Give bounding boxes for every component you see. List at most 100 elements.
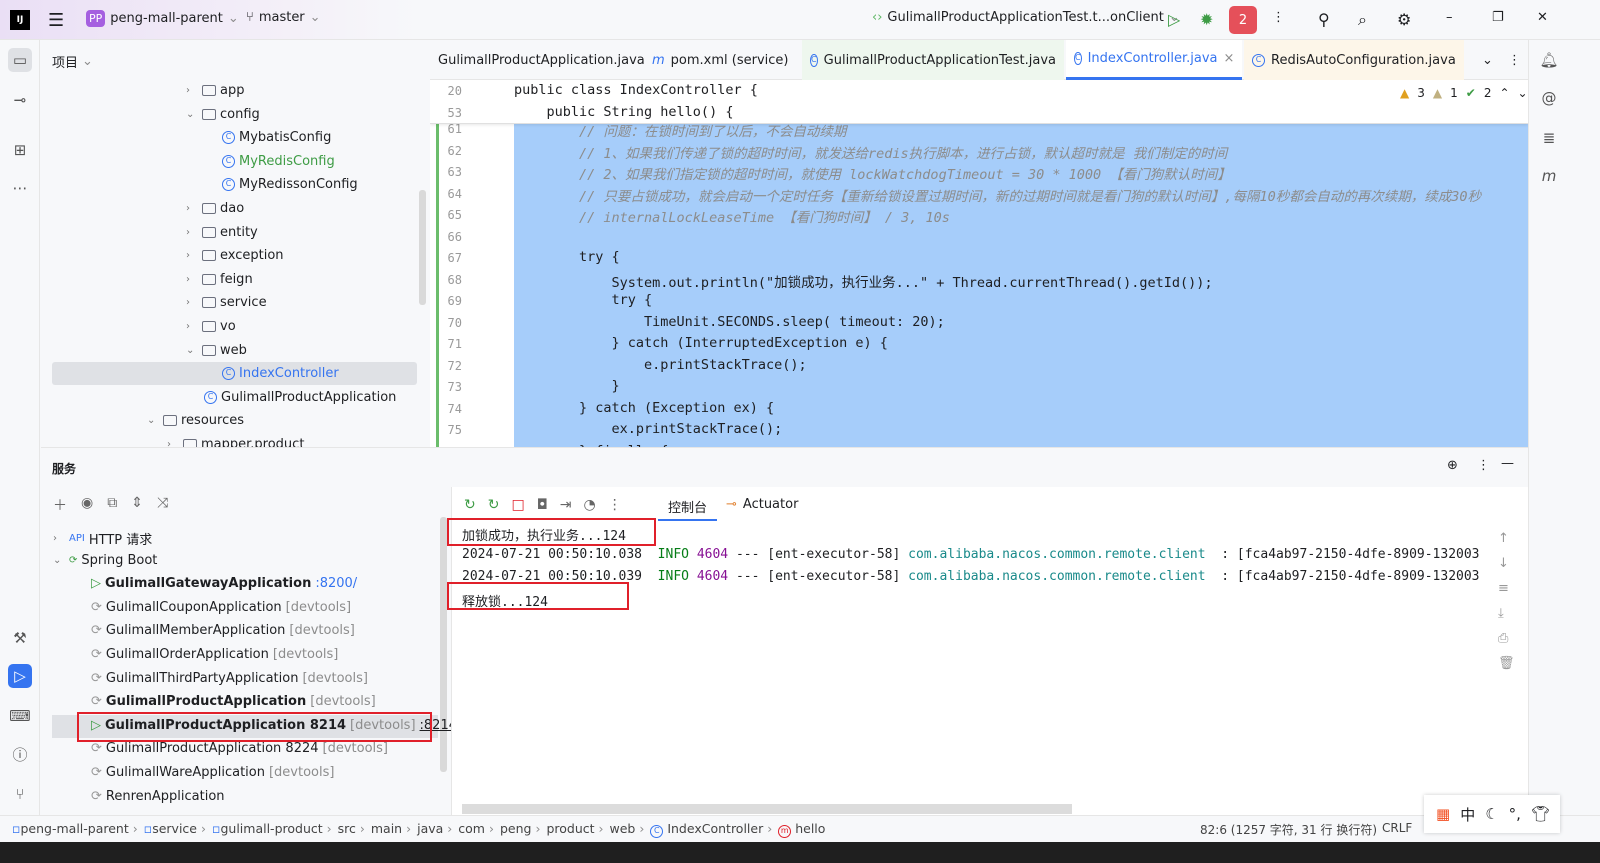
maven-icon[interactable]: m xyxy=(1537,164,1561,188)
chevron-right-icon[interactable]: › xyxy=(186,250,198,261)
restore-button[interactable]: ❐ xyxy=(1492,10,1504,25)
breadcrumb-item[interactable]: java › xyxy=(417,821,452,838)
code-line[interactable]: System.out.println("加锁成功，执行业务..." + Thre… xyxy=(514,271,1213,291)
breadcrumb-item[interactable]: m hello xyxy=(778,821,825,838)
chevron-down-icon[interactable]: ⌄ xyxy=(186,345,198,356)
stop-icon[interactable]: □ xyxy=(511,497,524,513)
service-item[interactable]: ⟳ GulimallThirdPartyApplication [devtools] xyxy=(91,671,368,686)
service-item[interactable]: ⌄ ⟳ Spring Boot xyxy=(53,553,157,568)
tab-index-controller[interactable]: C IndexController.java × xyxy=(1066,40,1242,80)
code-line[interactable]: // 2、如果我们指定锁的超时时间，就使用 lockWatchdogTimeou… xyxy=(514,163,1231,183)
ime-toolbar[interactable]: ▦ 中 ☾ °, 👕︎ xyxy=(1424,795,1560,833)
rerun-icon[interactable]: ↻ xyxy=(464,497,476,513)
tree-item[interactable]: › service xyxy=(186,295,267,310)
breadcrumb-item[interactable]: main › xyxy=(371,821,411,838)
chevron-down-icon[interactable]: ⌄ xyxy=(53,555,65,566)
terminal-icon[interactable]: ⌨ xyxy=(8,704,32,728)
close-window-button[interactable]: ✕ xyxy=(1537,10,1548,25)
tree-item[interactable]: › dao xyxy=(186,201,244,216)
tree-item[interactable]: › entity xyxy=(186,225,258,240)
tree-item[interactable]: C MyRedissonConfig xyxy=(222,177,358,192)
chevron-down-icon[interactable]: ⌄ xyxy=(186,109,198,120)
log-logger[interactable]: com.alibaba.nacos.common.remote.client xyxy=(908,547,1205,562)
line-separator[interactable]: CRLF xyxy=(1382,821,1412,835)
code-line[interactable]: TimeUnit.SECONDS.sleep( timeout: 20); xyxy=(514,314,945,330)
sticky-line[interactable]: public class IndexController { xyxy=(514,82,758,98)
tab-test-class[interactable]: C GulimallProductApplicationTest.java xyxy=(802,40,1064,80)
scroll-up-icon[interactable]: ↑ xyxy=(1498,531,1515,546)
log-logger[interactable]: com.alibaba.nacos.common.remote.client xyxy=(908,569,1205,584)
branch-switcher[interactable]: ⑂ master ⌄ xyxy=(246,10,321,25)
services-icon[interactable]: ▷ xyxy=(8,664,32,688)
service-item[interactable]: ⟳ GulimallProductApplication [devtools] xyxy=(91,694,376,709)
horizontal-scrollbar[interactable] xyxy=(462,804,1072,814)
breadcrumb-item[interactable]: web › xyxy=(610,821,645,838)
close-tab-icon[interactable]: × xyxy=(1224,51,1235,66)
moon-icon[interactable]: ☾ xyxy=(1485,805,1498,823)
tab-console[interactable]: 控制台 xyxy=(658,487,718,521)
chevron-right-icon[interactable]: › xyxy=(186,203,198,214)
breadcrumb-item[interactable]: peng › xyxy=(500,821,540,838)
code-line[interactable]: } xyxy=(514,378,620,394)
code-line[interactable]: ex.printStackTrace(); xyxy=(514,421,783,437)
code-line[interactable]: // 只要占锁成功，就会启动一个定时任务【重新给锁设置过期时间，新的过期时间就是… xyxy=(514,185,1481,205)
expand-all-icon[interactable]: ⇕ xyxy=(131,495,143,515)
scroll-down-icon[interactable]: ↓ xyxy=(1498,556,1515,571)
git-icon[interactable]: ⑂ xyxy=(8,782,32,806)
scrollbar[interactable] xyxy=(440,517,447,772)
soft-wrap-icon[interactable]: ≡ xyxy=(1498,581,1515,596)
tree-item[interactable]: C GulimallProductApplication xyxy=(204,390,396,405)
dashboard-icon[interactable]: ◔ xyxy=(584,497,596,513)
tree-item[interactable]: C MybatisConfig xyxy=(222,130,331,145)
breadcrumb-item[interactable]: ▫gulimall-product › xyxy=(212,821,332,838)
tree-item[interactable]: C MyRedisConfig xyxy=(222,154,335,169)
code-line[interactable]: try { xyxy=(514,292,653,308)
target-icon[interactable]: ⊕ xyxy=(1447,458,1458,473)
tree-item[interactable]: ⌄ resources xyxy=(147,413,244,428)
cursor-position[interactable]: 82:6 (1257 字符, 31 行 换行符) xyxy=(1200,821,1377,838)
settings-gear-icon[interactable]: ⚙ xyxy=(1397,10,1411,29)
more-icon[interactable]: ⋮ xyxy=(608,497,622,513)
clear-icon[interactable]: 🗑︎ xyxy=(1498,656,1515,671)
tree-item[interactable]: ⌄ config xyxy=(186,107,260,122)
tree-item[interactable]: › app xyxy=(186,83,244,98)
commit-icon[interactable]: ⊸ xyxy=(8,88,32,112)
ime-language[interactable]: 中 xyxy=(1460,804,1475,825)
tree-item[interactable]: ⌄ web xyxy=(186,343,247,358)
chevron-right-icon[interactable]: › xyxy=(53,533,65,544)
hide-panel-icon[interactable]: — xyxy=(1501,456,1514,471)
chevron-right-icon[interactable]: › xyxy=(186,321,198,332)
code-line[interactable]: // internalLockLeaseTime 【看门狗时间】 / 3, 10… xyxy=(514,206,950,226)
more-icon[interactable]: ⋮ xyxy=(1477,458,1490,473)
code-line[interactable]: e.printStackTrace(); xyxy=(514,357,807,373)
service-item[interactable]: ⟳ GulimallMemberApplication [devtools] xyxy=(91,623,355,638)
service-item[interactable]: ⟳ GulimallProductApplication 8224 [devtool… xyxy=(91,741,388,756)
more-icon[interactable]: ⋮ xyxy=(1272,10,1285,25)
tabs-more-icon[interactable]: ⋮ xyxy=(1500,40,1529,80)
breadcrumb-item[interactable]: com › xyxy=(458,821,494,838)
project-panel-title[interactable]: 项目 ⌄ xyxy=(52,52,93,71)
code-line[interactable]: try { xyxy=(514,249,620,265)
print-icon[interactable]: ⎙ xyxy=(1498,631,1515,646)
problems-icon[interactable]: ⓘ xyxy=(8,742,32,766)
screenshot-icon[interactable]: ◘ xyxy=(537,497,548,513)
database-icon[interactable]: ≣ xyxy=(1537,126,1561,150)
chevron-right-icon[interactable]: › xyxy=(186,227,198,238)
search-icon[interactable]: ⌕ xyxy=(1358,10,1367,30)
add-service-icon[interactable]: ＋ xyxy=(53,495,67,515)
ai-assistant-icon[interactable]: @ xyxy=(1537,86,1561,110)
notifications-bell-icon[interactable]: 🔔︎ xyxy=(1537,48,1561,72)
code-editor[interactable]: 61 // 问题：在锁时间到了以后，不会自动续期 62 // 1、如果我们传递了锁… xyxy=(430,80,1528,447)
run-config-select[interactable]: ‹› GulimallProductApplicationTest.t...onC… xyxy=(872,10,1180,25)
chevron-down-icon[interactable]: ⌄ xyxy=(147,415,159,426)
service-item[interactable]: ⟳ GulimallWareApplication [devtools] xyxy=(91,765,334,780)
chevron-right-icon[interactable]: › xyxy=(186,274,198,285)
code-line[interactable]: } catch (Exception ex) { xyxy=(514,400,774,416)
breadcrumb-item[interactable]: ▫peng-mall-parent › xyxy=(12,821,138,838)
service-item[interactable]: ▷ GulimallGatewayApplication:8200/ xyxy=(91,576,357,591)
scrollbar[interactable] xyxy=(419,190,426,305)
exit-icon[interactable]: ⇥ xyxy=(560,497,572,513)
add-user-icon[interactable]: ⚲ xyxy=(1318,10,1330,29)
project-folder-icon[interactable]: ▭ xyxy=(8,48,32,72)
chevron-right-icon[interactable]: › xyxy=(186,85,198,96)
